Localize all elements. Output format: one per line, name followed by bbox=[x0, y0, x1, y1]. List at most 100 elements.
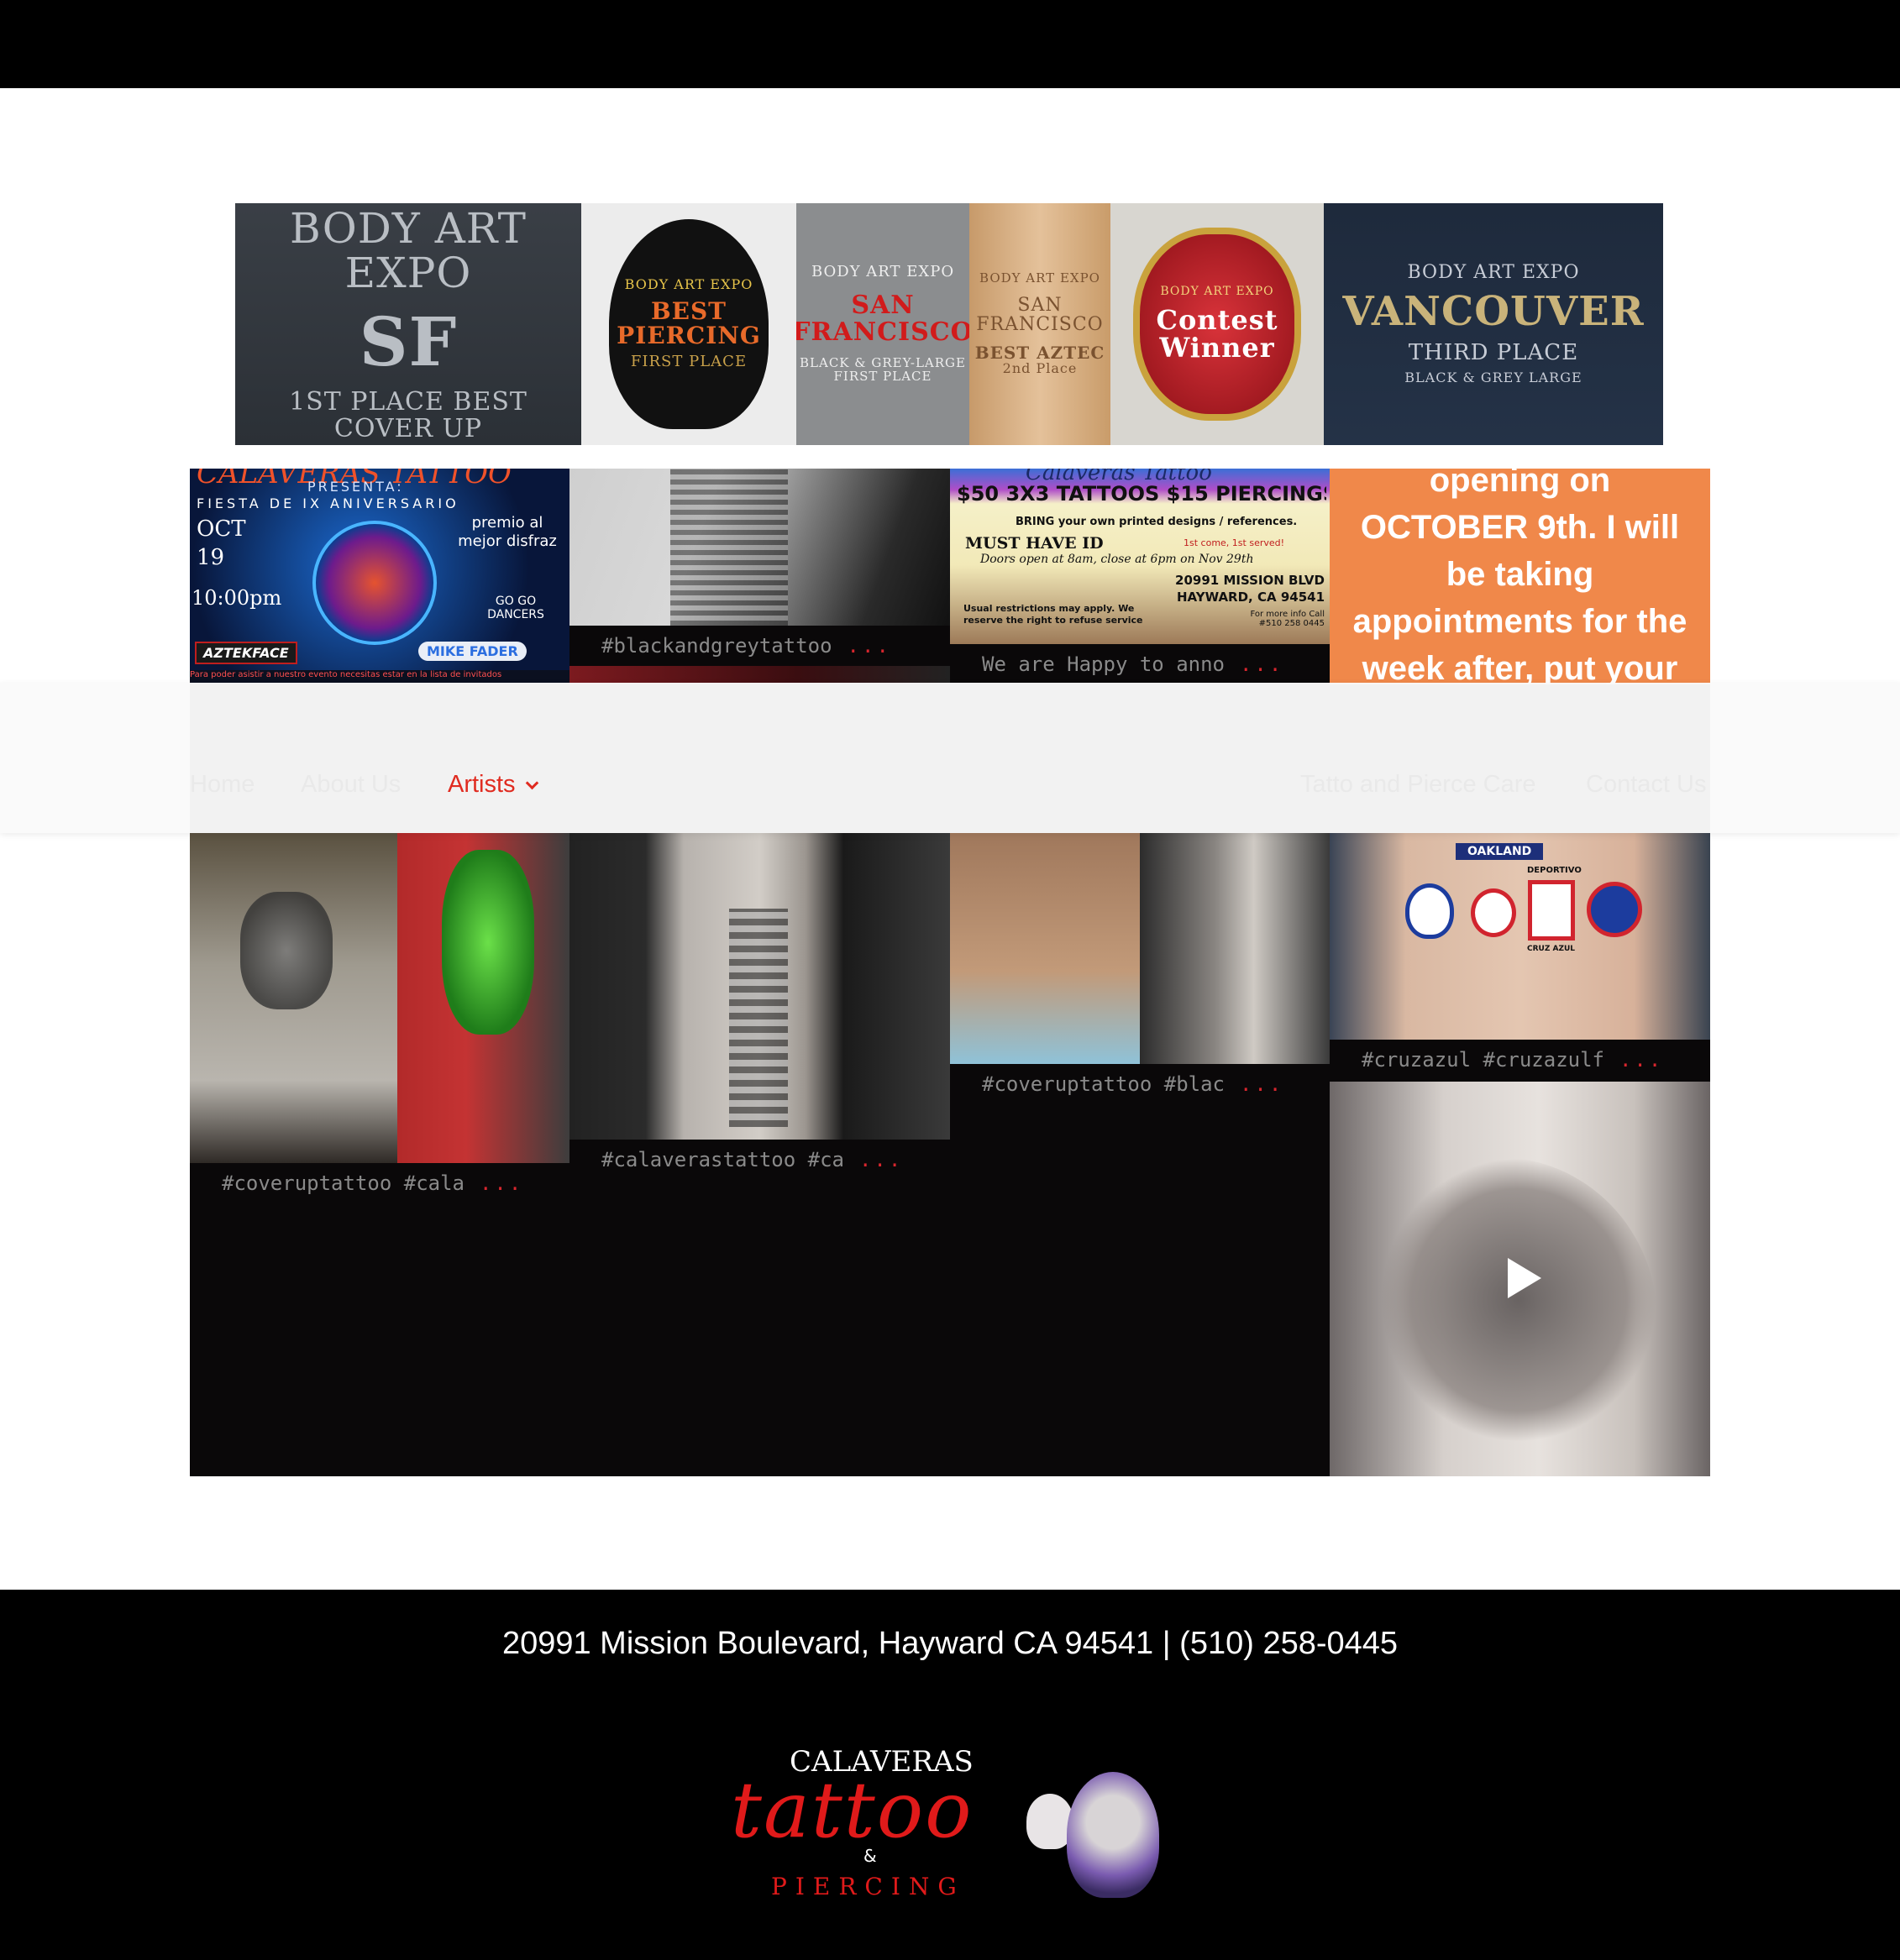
flyer-must-have-id: MUST HAVE ID bbox=[965, 534, 1104, 553]
more-link[interactable]: ... bbox=[859, 1148, 903, 1171]
award-line: BODY ART EXPO bbox=[290, 204, 527, 297]
feed-post-anniversary-flyer[interactable]: CALAVERAS TATTOO PRESENTA: FIESTA DE IX … bbox=[190, 469, 569, 684]
logo-ampersand: & bbox=[863, 1846, 877, 1866]
flyer-first-come: 1st come, 1st served! bbox=[1184, 537, 1285, 548]
flyer-dancers: GO GO DANCERS bbox=[487, 595, 544, 621]
caption-text: #coveruptattoo #blac bbox=[982, 1072, 1225, 1096]
caption-text: #calaverastattoo #ca bbox=[601, 1148, 844, 1171]
cruz-azul-badge bbox=[1405, 883, 1454, 939]
feed-post-tattoo-special[interactable]: Calaveras Tattoo $50 3X3 TATTOOS $15 PIE… bbox=[950, 469, 1330, 684]
nav-artists[interactable]: Artists bbox=[448, 771, 538, 799]
cruz-azul-badge bbox=[1471, 888, 1516, 937]
footer-address: 20991 Mission Boulevard, Hayward CA 9454… bbox=[501, 1626, 1399, 1661]
feed-post-cruz-azul[interactable]: OAKLAND DEPORTIVO CRUZ AZUL #cruzazul #c… bbox=[1330, 833, 1710, 1097]
flyer-date: OCT 19 bbox=[197, 516, 246, 570]
more-link[interactable]: ... bbox=[1240, 1072, 1283, 1096]
post-image-strip bbox=[569, 666, 950, 684]
nav-home[interactable]: Home bbox=[190, 771, 255, 799]
feed-post-stairway-forearm[interactable]: #calaverastattoo #ca ... bbox=[569, 833, 950, 1476]
flyer-skeleton-art bbox=[312, 521, 437, 645]
top-bar bbox=[0, 0, 1900, 88]
feed-post-tiger-coverup[interactable]: #coveruptattoo #blac ... bbox=[950, 833, 1330, 1476]
nav-contact-us[interactable]: Contact Us bbox=[1586, 771, 1706, 799]
calaveras-logo[interactable]: CALAVERAS tattoo & PIERCING bbox=[731, 1745, 1168, 1915]
cruz-azul-label: CRUZ AZUL bbox=[1527, 945, 1576, 953]
catrina-skull-icon bbox=[1067, 1772, 1159, 1898]
caption-text: #coveruptattoo #cala bbox=[222, 1171, 465, 1195]
feed-post-opening-promo[interactable]: opening on OCTOBER 9th. I will be taking… bbox=[1330, 469, 1710, 684]
flyer-doors: Doors open at 8am, close at 6pm on Nov 2… bbox=[980, 553, 1254, 566]
flyer-address: 20991 MISSION BLVD HAYWARD, CA 94541 bbox=[1175, 573, 1325, 605]
award-line: BODY ART EXPO bbox=[624, 275, 753, 292]
promo-text: opening on OCTOBER 9th. I will be taking… bbox=[1352, 469, 1687, 684]
post-caption: #cruzazul #cruzazulf ... bbox=[1330, 1040, 1710, 1080]
award-line: BODY ART EXPO bbox=[1160, 285, 1274, 299]
award-line: Contest Winner bbox=[1156, 303, 1278, 364]
instagram-feed: CALAVERAS TATTOO PRESENTA: FIESTA DE IX … bbox=[190, 469, 1710, 1476]
nav-tattoo-pierce-care[interactable]: Tatto and Pierce Care bbox=[1300, 771, 1535, 799]
awards-banner: BODY ART EXPO SF 1ST PLACE BEST COVER UP… bbox=[235, 203, 1663, 445]
tattoo-stairway bbox=[670, 469, 788, 626]
more-link[interactable]: ... bbox=[1619, 1048, 1663, 1072]
award-line: BODY ART EXPO bbox=[979, 270, 1100, 286]
feed-post-frankenstein-coverup[interactable]: #coveruptattoo #cala ... bbox=[190, 833, 569, 1476]
tattoo-face-before bbox=[240, 892, 333, 1009]
logo-piercing: PIERCING bbox=[771, 1873, 965, 1900]
award-best-piercing: BODY ART EXPO BEST PIERCING FIRST PLACE bbox=[581, 203, 796, 445]
award-san-francisco-black-grey: BODY ART EXPO SAN FRANCISCO BLACK & GREY… bbox=[796, 203, 969, 445]
award-line: FIRST PLACE bbox=[833, 368, 932, 384]
post-caption: #coveruptattoo #blac ... bbox=[950, 1064, 1330, 1104]
award-contest-winner: BODY ART EXPO Contest Winner bbox=[1110, 203, 1324, 445]
caption-text: #cruzazul #cruzazulf bbox=[1362, 1048, 1604, 1072]
more-link[interactable]: ... bbox=[1240, 652, 1283, 676]
cruz-azul-badge bbox=[1587, 882, 1642, 937]
flyer-time: 10:00pm bbox=[192, 586, 282, 610]
caption-text: We are Happy to anno bbox=[982, 652, 1225, 676]
post-image-after bbox=[1140, 833, 1330, 1064]
main-navigation bbox=[0, 683, 1900, 833]
award-line: SF bbox=[359, 302, 458, 381]
logo-tattoo: tattoo bbox=[731, 1765, 974, 1855]
more-link[interactable]: ... bbox=[480, 1171, 523, 1195]
award-line: BEST PIERCING bbox=[617, 296, 761, 349]
award-line: BODY ART EXPO bbox=[1407, 262, 1580, 284]
award-line: SAN FRANCISCO bbox=[796, 291, 969, 347]
nav-about-us[interactable]: About Us bbox=[301, 771, 401, 799]
award-line: BEST AZTEC bbox=[974, 343, 1105, 364]
post-caption: #calaverastattoo #ca ... bbox=[569, 1140, 950, 1180]
flyer-sponsor-mike-fader: MIKE FADER bbox=[418, 642, 527, 661]
tattoo-oakland-banner: OAKLAND bbox=[1456, 843, 1544, 860]
tattoo-stairway bbox=[729, 909, 788, 1127]
chevron-down-icon bbox=[525, 776, 538, 790]
flyer-fiesta: FIESTA DE IX ANIVERSARIO bbox=[197, 495, 459, 511]
more-link[interactable]: ... bbox=[848, 634, 891, 658]
award-line: VANCOUVER bbox=[1342, 288, 1645, 336]
flyer-restrictions: Usual restrictions may apply. We reserve… bbox=[963, 603, 1143, 626]
play-icon[interactable] bbox=[1508, 1258, 1541, 1298]
flyer-presenta: PRESENTA: bbox=[307, 479, 404, 495]
post-image-before bbox=[950, 833, 1140, 1064]
feed-post-blackandgrey[interactable]: #blackandgreytattoo ... bbox=[569, 469, 950, 684]
award-line: 1ST PLACE BEST COVER UP bbox=[289, 387, 527, 443]
flyer-sponsor-aztekface: AZTEKFACE bbox=[195, 642, 297, 664]
deportivo-badge: DEPORTIVO CRUZ AZUL bbox=[1527, 866, 1582, 953]
post-image bbox=[1330, 833, 1710, 1040]
flyer-deal: $50 3X3 TATTOOS $15 PIERCINGS bbox=[957, 482, 1326, 506]
tattoo-horse-rider bbox=[1380, 1157, 1657, 1443]
deportivo-label: DEPORTIVO bbox=[1527, 866, 1582, 875]
post-caption: #coveruptattoo #cala ... bbox=[190, 1163, 569, 1203]
nav-artists-label: Artists bbox=[448, 771, 516, 798]
flyer-bring: BRING your own printed designs / referen… bbox=[1016, 516, 1298, 528]
award-line: 2nd Place bbox=[1002, 360, 1078, 377]
award-vancouver: BODY ART EXPO VANCOUVER THIRD PLACE BLAC… bbox=[1324, 203, 1663, 445]
award-body-art-expo-cover-up: BODY ART EXPO SF 1ST PLACE BEST COVER UP bbox=[235, 203, 581, 445]
award-line: SAN FRANCISCO bbox=[976, 294, 1104, 335]
award-line: BLACK & GREY LARGE bbox=[1404, 369, 1582, 385]
flyer-info: For more info Call #510 258 0445 bbox=[1250, 610, 1325, 628]
feed-post-warrior-video[interactable] bbox=[1330, 1082, 1710, 1476]
post-caption: We are Happy to anno ... bbox=[950, 644, 1330, 684]
award-line: FIRST PLACE bbox=[630, 353, 748, 371]
tattoo-green-face bbox=[442, 850, 534, 1035]
caption-text: #blackandgreytattoo bbox=[601, 634, 832, 658]
award-line: THIRD PLACE bbox=[1408, 339, 1579, 365]
